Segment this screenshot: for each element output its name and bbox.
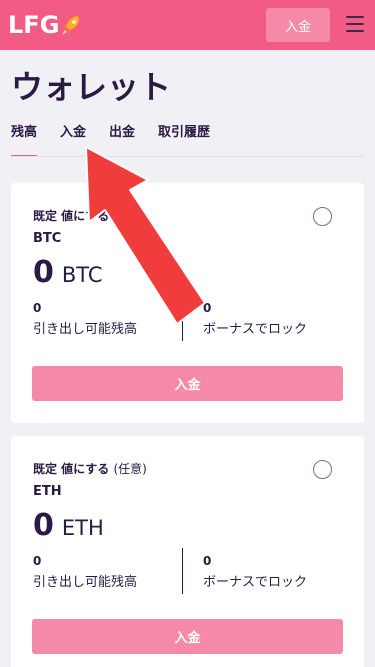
wallet-card-btc: 既定 値にする (任意) BTC 0 BTC 0 引き出し可能残高 0 ボーナス…	[11, 183, 364, 423]
withdrawable-label: 引き出し可能残高	[33, 575, 138, 590]
balance-currency: ETH	[61, 516, 104, 540]
withdrawable-stat: 0 引き出し可能残高	[33, 301, 137, 337]
currency-name: BTC	[33, 231, 62, 246]
hamburger-menu-icon[interactable]	[346, 16, 364, 32]
set-default-text: 既定 値にする	[33, 209, 110, 223]
stat-divider	[182, 295, 183, 341]
optional-text: (任意)	[113, 209, 147, 223]
optional-text: (任意)	[113, 462, 147, 476]
set-default-label: 既定 値にする (任意)	[33, 460, 147, 477]
bonus-locked-stat: 0 ボーナスでロック	[203, 301, 307, 337]
withdrawable-value: 0	[33, 554, 42, 568]
bonus-locked-stat: 0 ボーナスでロック	[203, 554, 307, 590]
tab-history[interactable]: 取引履歴	[158, 121, 210, 149]
header-deposit-button[interactable]: 入金	[266, 8, 330, 42]
rocket-icon	[62, 16, 80, 35]
balance-amount: 0	[33, 255, 54, 290]
balance: 0 ETH	[33, 508, 104, 544]
stat-divider	[182, 548, 183, 594]
bonus-value: 0	[203, 301, 212, 315]
currency-name: ETH	[33, 484, 62, 499]
wallet-tabs: 残高 入金 出金 取引履歴	[11, 121, 364, 161]
set-default-radio[interactable]	[313, 207, 332, 226]
withdrawable-value: 0	[33, 301, 42, 315]
tab-withdraw[interactable]: 出金	[109, 121, 135, 149]
logo-text: LFG	[8, 11, 60, 39]
withdrawable-stat: 0 引き出し可能残高	[33, 554, 137, 590]
set-default-radio[interactable]	[313, 460, 332, 479]
set-default-text: 既定 値にする	[33, 462, 110, 476]
tabs-divider	[11, 156, 364, 157]
wallet-card-eth: 既定 値にする (任意) ETH 0 ETH 0 引き出し可能残高 0 ボーナス…	[11, 436, 364, 667]
deposit-button[interactable]: 入金	[32, 366, 343, 401]
page-title: ウォレット	[11, 68, 172, 106]
top-bar: LFG 入金	[0, 0, 375, 50]
balance-amount: 0	[33, 508, 54, 543]
bonus-label: ボーナスでロック	[203, 322, 308, 337]
deposit-button[interactable]: 入金	[32, 619, 343, 654]
balance-currency: BTC	[61, 263, 103, 287]
logo[interactable]: LFG	[8, 10, 81, 40]
set-default-label: 既定 値にする (任意)	[33, 207, 147, 224]
bonus-value: 0	[203, 554, 212, 568]
balance: 0 BTC	[33, 255, 103, 291]
tab-balance[interactable]: 残高	[11, 121, 38, 157]
tab-deposit[interactable]: 入金	[60, 121, 86, 149]
withdrawable-label: 引き出し可能残高	[33, 322, 138, 337]
bonus-label: ボーナスでロック	[203, 575, 308, 590]
